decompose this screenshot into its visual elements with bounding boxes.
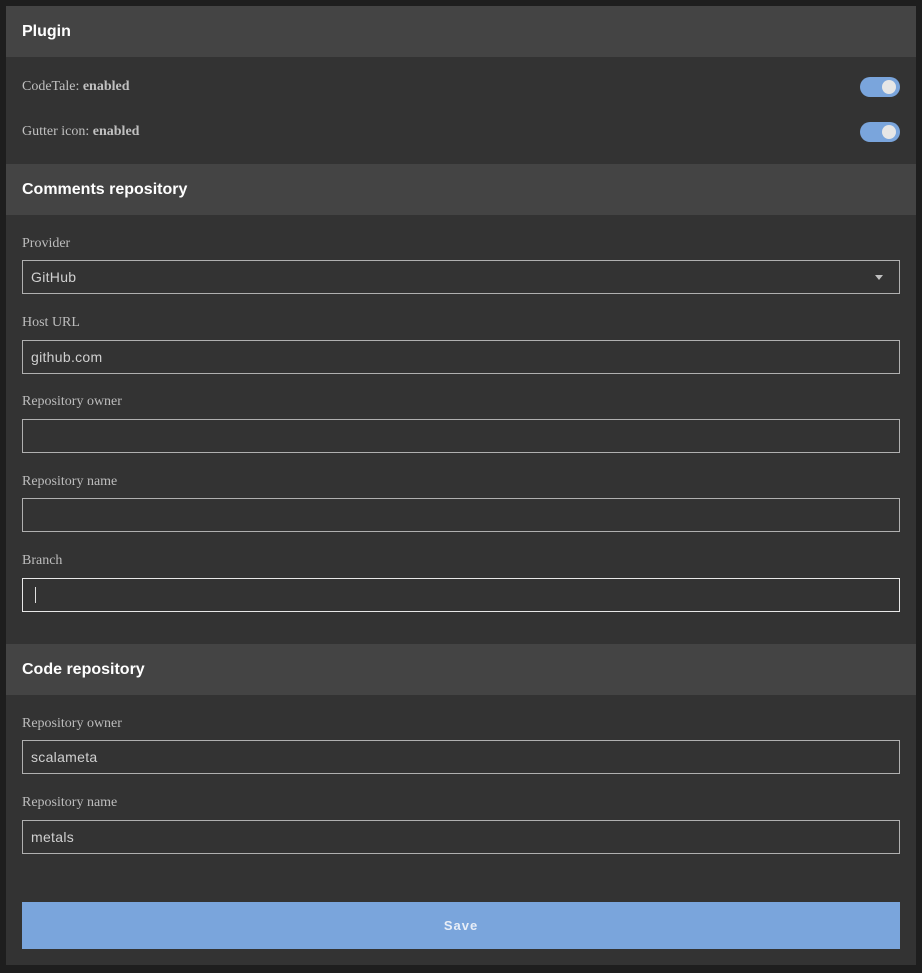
comments-repository-owner-input[interactable]	[22, 419, 900, 453]
settings-panel: Plugin CodeTale: enabled Gutter icon: en…	[6, 6, 916, 965]
gutter-icon-toggle[interactable]	[860, 122, 900, 142]
gutter-icon-label-text: Gutter icon:	[22, 124, 93, 139]
gutter-icon-toggle-knob	[882, 125, 896, 139]
comments-repository-name-input[interactable]	[22, 498, 900, 532]
code-repository-owner-label: Repository owner	[22, 716, 122, 731]
save-button[interactable]: Save	[22, 902, 900, 949]
codetale-toggle-row: CodeTale: enabled	[22, 75, 900, 99]
plugin-section-header: Plugin	[6, 6, 916, 57]
text-cursor	[35, 587, 36, 603]
plugin-section-title: Plugin	[22, 22, 71, 40]
code-repository-owner-value: scalameta	[31, 749, 98, 765]
code-repository-name-value: metals	[31, 829, 75, 845]
comments-repository-owner-label: Repository owner	[22, 394, 122, 409]
comments-repository-section-header: Comments repository	[6, 164, 916, 215]
host-url-label: Host URL	[22, 315, 80, 330]
provider-label: Provider	[22, 236, 71, 251]
code-repository-name-input[interactable]: metals	[22, 820, 900, 854]
gutter-icon-state-text: enabled	[92, 124, 140, 139]
gutter-icon-toggle-label: Gutter icon: enabled	[22, 124, 139, 140]
branch-label: Branch	[22, 553, 63, 568]
codetale-toggle-label: CodeTale: enabled	[22, 79, 130, 95]
code-repository-owner-input[interactable]: scalameta	[22, 740, 900, 774]
chevron-down-icon	[875, 275, 883, 280]
branch-input[interactable]	[22, 578, 900, 612]
codetale-toggle[interactable]	[860, 77, 900, 97]
host-url-value: github.com	[31, 349, 103, 365]
provider-selected-value: GitHub	[31, 269, 77, 285]
comments-repository-name-label: Repository name	[22, 474, 118, 489]
code-repository-section-header: Code repository	[6, 644, 916, 695]
codetale-toggle-knob	[882, 80, 896, 94]
gutter-icon-toggle-row: Gutter icon: enabled	[22, 120, 900, 144]
code-repository-name-label: Repository name	[22, 795, 118, 810]
host-url-input[interactable]: github.com	[22, 340, 900, 374]
codetale-state-text: enabled	[82, 79, 130, 94]
code-repository-section-title: Code repository	[22, 660, 145, 678]
comments-repository-section-title: Comments repository	[22, 180, 188, 198]
codetale-label-text: CodeTale:	[22, 79, 83, 94]
provider-select[interactable]: GitHub	[22, 260, 900, 294]
